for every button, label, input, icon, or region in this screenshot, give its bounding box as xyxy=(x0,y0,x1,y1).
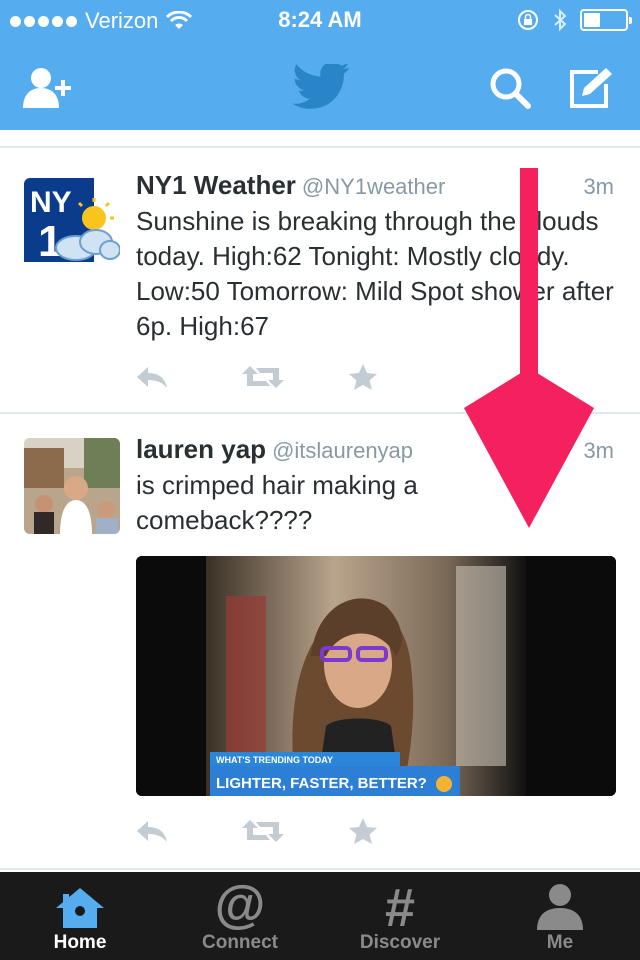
tab-connect[interactable]: @ Connect xyxy=(160,872,320,960)
author-name[interactable]: NY1 Weather xyxy=(136,170,296,200)
avatar-ny1-weather[interactable]: NY 1 xyxy=(24,178,120,274)
search-icon xyxy=(490,68,531,109)
twitter-logo xyxy=(290,58,350,118)
at-icon: @ xyxy=(215,880,265,930)
tweet-time: 3m xyxy=(583,174,614,199)
tweet-text: Sunshine is breaking through the clouds … xyxy=(136,206,614,341)
search-button[interactable] xyxy=(480,58,540,118)
retweet-icon xyxy=(242,820,284,842)
author-handle[interactable]: @itslaurenyap xyxy=(272,438,413,463)
favorite-button[interactable] xyxy=(348,362,454,392)
add-user-button[interactable] xyxy=(20,58,80,118)
reply-button[interactable] xyxy=(136,816,242,846)
tweet-media-photo[interactable]: WHAT'S TRENDING TODAY LIGHTER, FASTER, B… xyxy=(136,556,616,796)
tab-label: Me xyxy=(546,932,574,953)
tv-screen-photo: WHAT'S TRENDING TODAY LIGHTER, FASTER, B… xyxy=(136,556,616,796)
tab-label: Connect xyxy=(202,932,278,953)
tweet-actions xyxy=(136,816,454,846)
hashtag-icon: # xyxy=(385,882,415,930)
ny1-logo-image: NY 1 xyxy=(24,178,120,266)
avatar-lauren-yap[interactable] xyxy=(24,438,120,534)
author-name[interactable]: lauren yap xyxy=(136,434,266,464)
feed-divider xyxy=(0,868,640,870)
svg-text:@: @ xyxy=(215,880,265,930)
top-bar: Verizon 8:24 AM xyxy=(0,0,640,130)
tweet-ny1-weather[interactable]: NY 1 NY1 Weather @NY1weather 3m Sunshine … xyxy=(0,148,640,412)
twitter-bird-icon xyxy=(292,64,349,109)
tab-discover[interactable]: # Discover xyxy=(320,872,480,960)
profile-photo-image xyxy=(24,438,120,534)
favorite-button[interactable] xyxy=(348,816,454,846)
tweet-time: 3m xyxy=(583,438,614,463)
tweet-author[interactable]: NY1 Weather @NY1weather xyxy=(136,170,445,201)
tab-label: Discover xyxy=(359,932,441,953)
reply-icon xyxy=(137,367,167,388)
reply-icon xyxy=(137,821,167,842)
timeline-feed[interactable]: NY 1 NY1 Weather @NY1weather 3m Sunshine … xyxy=(0,130,640,872)
star-icon xyxy=(349,364,377,390)
retweet-button[interactable] xyxy=(242,362,348,392)
retweet-button[interactable] xyxy=(242,816,348,846)
tweet-actions xyxy=(136,362,454,392)
star-icon xyxy=(349,818,377,844)
media-banner-top: WHAT'S TRENDING TODAY xyxy=(216,755,333,765)
tab-label: Home xyxy=(53,932,107,953)
svg-text:#: # xyxy=(385,882,415,930)
tab-me[interactable]: Me xyxy=(480,872,640,960)
svg-text:NY: NY xyxy=(30,186,72,219)
tweet-text: is crimped hair making a comeback???? xyxy=(136,470,418,535)
tab-home[interactable]: Home xyxy=(0,872,160,960)
battery-icon xyxy=(580,9,632,31)
status-bar: Verizon 8:24 AM xyxy=(0,0,640,40)
media-banner-main: LIGHTER, FASTER, BETTER? xyxy=(216,775,427,792)
compose-button[interactable] xyxy=(562,58,622,118)
tab-bar: Home @ Connect # Discover Me xyxy=(0,872,640,960)
nav-bar xyxy=(0,40,640,130)
person-icon xyxy=(537,884,583,930)
bluetooth-icon xyxy=(554,8,567,32)
add-user-icon xyxy=(23,68,71,108)
status-right xyxy=(516,8,632,32)
home-icon xyxy=(56,888,104,928)
tweet-author[interactable]: lauren yap @itslaurenyap xyxy=(136,434,413,465)
rotation-lock-icon xyxy=(518,10,538,30)
tweet-lauren-yap[interactable]: lauren yap @itslaurenyap 3m is crimped ha… xyxy=(0,414,640,868)
compose-icon xyxy=(570,68,612,108)
reply-button[interactable] xyxy=(136,362,242,392)
retweet-icon xyxy=(242,366,284,388)
author-handle[interactable]: @NY1weather xyxy=(302,174,445,199)
